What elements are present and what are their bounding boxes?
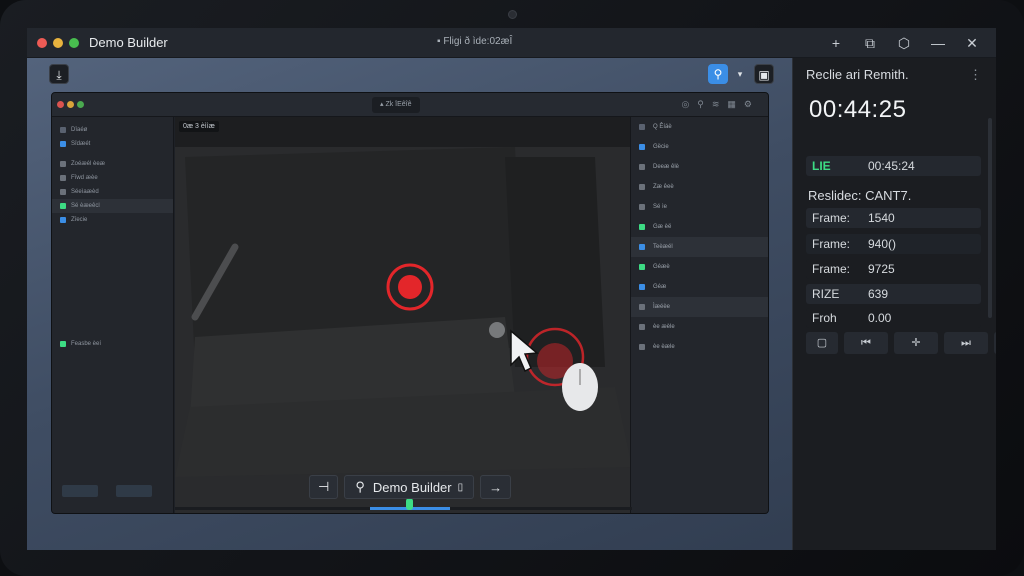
panel-title: Reclie ari Remith. (806, 67, 909, 82)
screen: Demo Builder ▪ Fligi ð ìde:02æÎ + ⧉ ⬡ — … (27, 28, 996, 550)
panel-subtitle: Reslidec: CANT7. (808, 188, 912, 203)
more-icon[interactable]: ⋯ (994, 332, 996, 354)
camera-dot (508, 10, 517, 19)
inner-close-light[interactable] (57, 101, 64, 108)
inner-toolbar-icons: ◎⚲≋▦⚙ (681, 99, 760, 109)
field-row[interactable]: RIZE 639 (806, 284, 981, 304)
list-item[interactable]: Teèæél (631, 237, 768, 257)
copy-icon[interactable]: ⧉ (860, 33, 880, 53)
list-item[interactable]: èe èæle (631, 337, 768, 357)
bookmark-icon[interactable]: ⏮ (844, 332, 888, 354)
playback-controls: ▢ ⏮ ✛ ⏭ ⋯ (806, 332, 996, 354)
list-item[interactable]: Zoéæél èeæ (52, 157, 173, 171)
window-titlebar: Demo Builder ▪ Fligi ð ìde:02æÎ + ⧉ ⬡ — … (27, 28, 996, 58)
inner-minimize-light[interactable] (67, 101, 74, 108)
recording-timer: 00:44:25 (809, 96, 907, 123)
zoom-traffic-light[interactable] (69, 37, 79, 48)
inner-toolbar-center[interactable]: ▴ Zk îEêîê (372, 97, 420, 113)
search-label: Demo Builder (372, 479, 452, 495)
close-icon[interactable]: ✕ (962, 33, 982, 53)
list-item[interactable]: Feasbe èeí (52, 337, 173, 351)
status-time: 00:45:24 (868, 159, 915, 173)
field-row[interactable]: Frame: 940() (806, 234, 981, 254)
list-item[interactable]: Zîecie (52, 213, 173, 227)
tag-icon: ▯ (457, 481, 464, 493)
square-icon[interactable]: ▣ (754, 64, 774, 84)
device-frame: Demo Builder ▪ Fligi ð ìde:02æÎ + ⧉ ⬡ — … (0, 0, 1024, 576)
recording-side-panel: Reclie ari Remith. ⋮ 00:44:25 LIE 00:45:… (792, 58, 996, 550)
inner-titlebar: ▴ Zk îEêîê ◎⚲≋▦⚙ (52, 93, 768, 117)
list-item[interactable]: Zæ êeè (631, 177, 768, 197)
recorded-app-window: ▴ Zk îEêîê ◎⚲≋▦⚙ Dîaéø Sîdæét Zoéæél èeæ… (51, 92, 769, 514)
list-item[interactable]: Géæ (631, 277, 768, 297)
top-toolbar: ⤓ ⚲ ▾ ▣ (27, 58, 792, 90)
more-icon[interactable]: ⋮ (969, 67, 982, 83)
gear-icon[interactable]: ⬡ (894, 33, 914, 53)
status-badge: LIE (812, 159, 831, 173)
inner-zoom-light[interactable] (77, 101, 84, 108)
window-controls: + ⧉ ⬡ — ✕ (826, 33, 982, 53)
list-item[interactable]: Fîwd æèe (52, 171, 173, 185)
inner-left-button-1[interactable] (62, 485, 98, 497)
step-back-icon[interactable]: ⊣ (309, 475, 339, 499)
stop-icon[interactable]: ▢ (806, 332, 838, 354)
list-item[interactable]: Séeìaæèd (52, 185, 173, 199)
field-row[interactable]: Frame: 9725 (806, 259, 981, 279)
inner-right-panel: Q Êíáè Gëcie Deeæ êlè Zæ êeè Sé ìe Gæ èë… (630, 117, 768, 513)
list-item[interactable]: Sé ìe (631, 197, 768, 217)
search-field[interactable]: ⚲ Demo Builder ▯ (344, 475, 475, 499)
crosshair-icon[interactable]: ✛ (894, 332, 938, 354)
list-item[interactable]: Deeæ êlè (631, 157, 768, 177)
list-item[interactable]: Dîaéø (52, 123, 173, 137)
inner-left-button-2[interactable] (116, 485, 152, 497)
field-row[interactable]: Froh 0.00 (806, 308, 981, 328)
chevron-down-icon[interactable]: ▾ (730, 64, 750, 84)
plus-icon[interactable]: + (826, 33, 846, 53)
list-item[interactable]: Sé èæeêcl (52, 199, 173, 213)
list-item[interactable]: Q Êíáè (631, 117, 768, 137)
search-icon[interactable]: ⚲ (708, 64, 728, 84)
recorded-viewport[interactable]: 0æ 3 èììæ (175, 117, 632, 513)
floating-controls: ⊣ ⚲ Demo Builder ▯ → (309, 474, 512, 500)
skip-icon[interactable]: ⏭ (944, 332, 988, 354)
timeline-track[interactable] (175, 507, 632, 510)
viewport-scene (175, 117, 632, 513)
list-item[interactable]: Gëcie (631, 137, 768, 157)
inner-left-panel: Dîaéø Sîdæét Zoéæél èeæ Fîwd æèe Séeìaæè… (52, 117, 174, 513)
close-traffic-light[interactable] (37, 37, 47, 48)
list-item[interactable]: Ìæéèe (631, 297, 768, 317)
viewport-label: 0æ 3 èììæ (179, 121, 219, 132)
minimize-traffic-light[interactable] (53, 37, 63, 48)
search-icon: ⚲ (355, 479, 365, 494)
download-icon[interactable]: ⤓ (49, 64, 69, 84)
minimize-icon[interactable]: — (928, 33, 948, 53)
status-row: LIE 00:45:24 (806, 156, 981, 176)
list-item[interactable]: Gæ èë (631, 217, 768, 237)
forward-icon[interactable]: → (480, 475, 512, 499)
app-title: Demo Builder (89, 35, 168, 50)
document-title: ▪ Fligi ð ìde:02æÎ (437, 36, 513, 47)
list-item[interactable]: èe æèle (631, 317, 768, 337)
field-row[interactable]: Frame: 1540 (806, 208, 981, 228)
list-item[interactable]: Sîdæét (52, 137, 173, 151)
list-item[interactable]: Géæè (631, 257, 768, 277)
scrollbar[interactable] (988, 118, 992, 318)
